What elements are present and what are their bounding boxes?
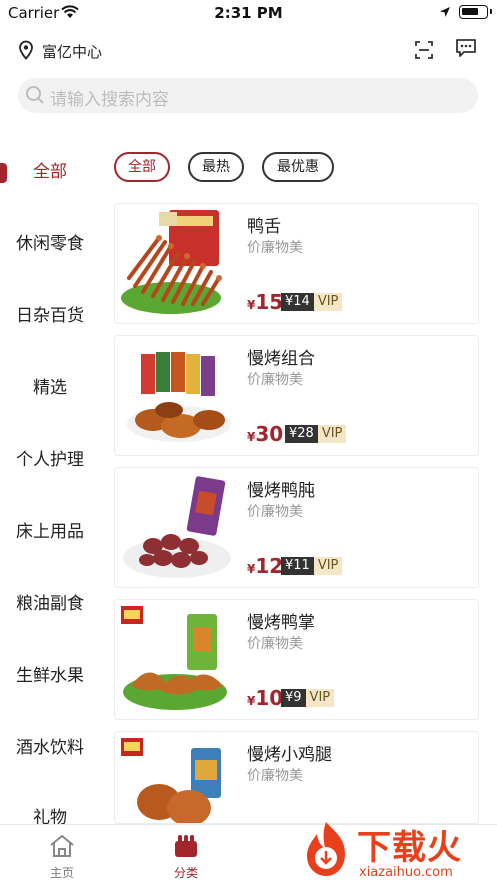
sidebar-item-label: 日杂百货 xyxy=(16,306,84,326)
sidebar-item-groceries[interactable]: 日杂百货 xyxy=(0,296,100,336)
sidebar-item-fresh-fruit[interactable]: 生鲜水果 xyxy=(0,656,100,696)
sidebar-item-label: 床上用品 xyxy=(16,522,84,542)
flame-logo-icon xyxy=(307,822,345,876)
product-image xyxy=(119,340,237,452)
sidebar-item-label: 粮油副食 xyxy=(16,594,84,614)
vip-tag: VIP xyxy=(313,293,343,311)
product-image xyxy=(119,604,237,716)
product-name: 慢烤小鸡腿 xyxy=(247,745,332,765)
sidebar-item-featured[interactable]: 精选 xyxy=(0,368,100,408)
active-indicator xyxy=(0,163,7,183)
tab-category[interactable]: 分类 xyxy=(146,825,226,883)
category-icon xyxy=(175,835,197,857)
vip-price-badge: ¥28 VIP xyxy=(285,425,347,443)
sidebar-item-label: 生鲜水果 xyxy=(16,666,84,686)
sidebar-item-label: 礼物 xyxy=(33,808,67,824)
message-icon[interactable] xyxy=(455,38,477,58)
sidebar-item-grain-oil[interactable]: 粮油副食 xyxy=(0,584,100,624)
vip-price: ¥28 xyxy=(285,425,318,443)
vip-price: ¥14 xyxy=(281,293,314,311)
tab-home[interactable]: 主页 xyxy=(22,825,102,883)
search-input[interactable]: 请输入搜索内容 xyxy=(50,85,169,110)
product-card[interactable]: 慢烤小鸡腿 价廉物美 xyxy=(114,731,479,824)
sidebar-item-all[interactable]: 全部 xyxy=(0,152,100,192)
sidebar-item-label: 精选 xyxy=(33,378,67,398)
product-name: 慢烤组合 xyxy=(247,349,315,369)
vip-tag: VIP xyxy=(313,557,343,575)
price-value: 30 xyxy=(255,422,284,446)
tab-label: 主页 xyxy=(49,866,74,880)
price-value: 12 xyxy=(255,554,284,578)
category-sidebar: 全部 休闲零食 日杂百货 精选 个人护理 床上用品 粮油副食 生鲜水果 酒水饮料… xyxy=(0,138,100,824)
filter-all[interactable]: 全部 xyxy=(114,152,170,182)
tab-label: 分类 xyxy=(173,866,198,880)
sidebar-item-label: 休闲零食 xyxy=(16,234,84,254)
home-icon xyxy=(50,835,74,857)
product-name: 鸭舌 xyxy=(247,217,281,237)
watermark-text: 下载火 xyxy=(357,828,462,868)
filter-label: 最热 xyxy=(202,159,230,175)
search-icon xyxy=(26,86,44,104)
filter-hottest[interactable]: 最热 xyxy=(188,152,244,182)
scan-icon[interactable] xyxy=(415,41,433,59)
product-subtitle: 价廉物美 xyxy=(247,636,303,652)
sidebar-item-personal-care[interactable]: 个人护理 xyxy=(0,440,100,480)
clock: 2:31 PM xyxy=(214,4,283,22)
filter-label: 最优惠 xyxy=(277,159,319,175)
location-arrow-icon xyxy=(440,7,450,17)
price-value: 15 xyxy=(255,290,284,314)
vip-tag: VIP xyxy=(305,689,335,707)
product-card[interactable]: 慢烤鸭肫 价廉物美 ¥12 ¥11 VIP xyxy=(114,467,479,588)
product-subtitle: 价廉物美 xyxy=(247,372,303,388)
product-subtitle: 价廉物美 xyxy=(247,504,303,520)
sidebar-item-label: 个人护理 xyxy=(16,450,84,470)
sidebar-item-label: 全部 xyxy=(33,162,67,182)
product-price: ¥12 xyxy=(247,554,283,578)
watermark-url: xiazaihuo.com xyxy=(359,865,453,880)
product-card[interactable]: 鸭舌 价廉物美 ¥15 ¥14 VIP xyxy=(114,203,479,324)
vip-price: ¥11 xyxy=(281,557,314,575)
product-name: 慢烤鸭肫 xyxy=(247,481,315,501)
header: 富亿中心 xyxy=(0,26,497,72)
vip-price-badge: ¥9 VIP xyxy=(281,689,335,707)
sidebar-item-drinks[interactable]: 酒水饮料 xyxy=(0,728,100,768)
sidebar-item-snacks[interactable]: 休闲零食 xyxy=(0,224,100,264)
filter-label: 全部 xyxy=(128,159,156,175)
vip-price: ¥9 xyxy=(281,689,306,707)
sidebar-item-bedding[interactable]: 床上用品 xyxy=(0,512,100,552)
watermark: 下载火 xiazaihuo.com xyxy=(293,818,497,883)
sidebar-item-label: 酒水饮料 xyxy=(16,738,84,758)
battery-icon xyxy=(459,5,492,19)
product-card[interactable]: 慢烤鸭掌 价廉物美 ¥10 ¥9 VIP xyxy=(114,599,479,720)
product-price: ¥30 xyxy=(247,422,283,446)
search-bar[interactable]: 请输入搜索内容 xyxy=(18,78,478,113)
vip-tag: VIP xyxy=(317,425,347,443)
price-value: 10 xyxy=(255,686,284,710)
product-name: 慢烤鸭掌 xyxy=(247,613,315,633)
product-card[interactable]: 慢烤组合 价廉物美 ¥30 ¥28 VIP xyxy=(114,335,479,456)
vip-price-badge: ¥11 VIP xyxy=(281,557,343,575)
sidebar-item-gifts[interactable]: 礼物 xyxy=(0,798,100,824)
product-subtitle: 价廉物美 xyxy=(247,768,303,784)
vip-price-badge: ¥14 VIP xyxy=(281,293,343,311)
map-pin-icon xyxy=(19,40,33,60)
product-subtitle: 价廉物美 xyxy=(247,240,303,256)
product-image xyxy=(119,736,237,823)
status-bar: Carrier 2:31 PM xyxy=(0,0,497,26)
location-label[interactable]: 富亿中心 xyxy=(42,41,102,62)
product-price: ¥15 xyxy=(247,290,283,314)
product-image xyxy=(119,208,237,320)
product-image xyxy=(119,472,237,584)
product-price: ¥10 xyxy=(247,686,283,710)
filter-best-deal[interactable]: 最优惠 xyxy=(262,152,334,182)
